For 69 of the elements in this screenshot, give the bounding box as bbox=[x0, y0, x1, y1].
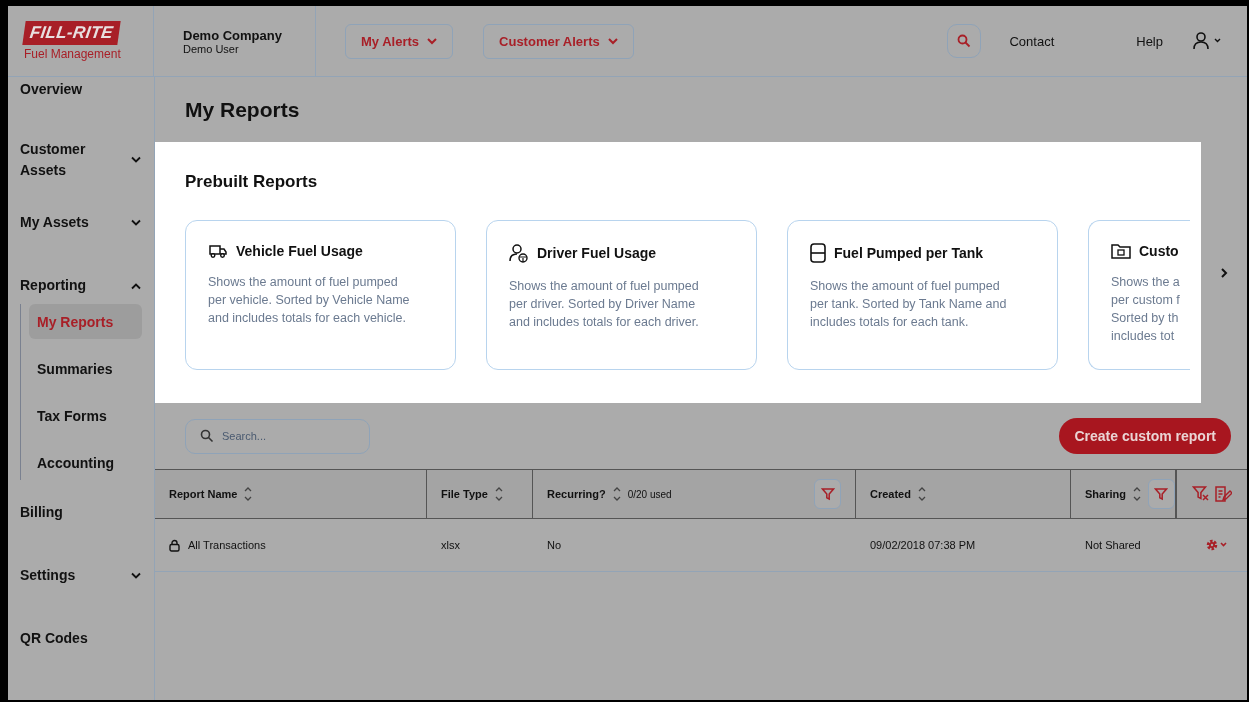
user-menu-button[interactable] bbox=[1193, 32, 1223, 50]
sidebar-item[interactable]: QR Codes bbox=[20, 610, 142, 673]
table-cell: 09/02/2018 07:38 PM bbox=[870, 539, 976, 551]
sort-icon[interactable] bbox=[611, 485, 622, 503]
card-description: Shows the amount of fuel pumped per tank. Sorted by Tank Name and includes totals for each tank. bbox=[810, 278, 1008, 331]
chevron-icon bbox=[130, 218, 142, 227]
edit-columns-icon[interactable] bbox=[1214, 485, 1232, 503]
filter-button[interactable] bbox=[814, 479, 841, 509]
sidebar-item[interactable]: Settings bbox=[20, 547, 142, 610]
chevron-icon bbox=[130, 281, 142, 290]
sidebar-item[interactable]: Billing bbox=[20, 484, 142, 547]
table-cell: xlsx bbox=[441, 539, 460, 551]
search-icon bbox=[957, 34, 972, 48]
column-header[interactable]: File Type bbox=[441, 488, 488, 500]
card-description: Shows the a per custom f Sorted by th includes tot bbox=[1111, 274, 1181, 345]
sort-icon[interactable] bbox=[916, 485, 927, 503]
gear-menu-icon[interactable] bbox=[1204, 538, 1229, 552]
table-cell: All Transactions bbox=[188, 539, 266, 551]
search-input[interactable]: Search... bbox=[220, 429, 364, 443]
create-report-button[interactable]: Create custom report bbox=[1059, 418, 1231, 454]
folder-icon bbox=[1111, 243, 1131, 259]
brand-logo[interactable]: FILL-RITE bbox=[22, 21, 121, 45]
card-title: Custo bbox=[1139, 243, 1179, 259]
report-card[interactable]: Custo Shows the a per custom f Sorted by th includes tot bbox=[1088, 220, 1190, 370]
clear-filter-icon[interactable] bbox=[1192, 485, 1210, 503]
column-header[interactable]: Created bbox=[870, 488, 911, 500]
card-title: Driver Fuel Usage bbox=[537, 245, 657, 261]
column-header[interactable]: Report Name bbox=[169, 488, 238, 500]
sidebar-subitem[interactable]: Tax Forms bbox=[29, 398, 142, 433]
report-card[interactable]: Vehicle Fuel Usage Shows the amount of fuel pumped per vehicle. Sorted by Vehicle Name and includes totals for each vehicle. bbox=[185, 220, 456, 370]
search-button[interactable] bbox=[947, 24, 982, 58]
sidebar-subitem[interactable]: Summaries bbox=[29, 351, 142, 386]
logo-subtitle: Fuel Management bbox=[24, 47, 122, 61]
header-link[interactable]: Help bbox=[1136, 33, 1163, 49]
sidebar-item[interactable]: My Assets bbox=[20, 194, 142, 257]
filter-icon bbox=[820, 487, 835, 501]
search-icon bbox=[200, 429, 214, 443]
page-title: My Reports bbox=[184, 96, 301, 123]
sidebar-subitem[interactable]: Accounting bbox=[29, 445, 142, 480]
table-cell: No bbox=[547, 539, 562, 551]
card-description: Shows the amount of fuel pumped per driver. Sorted by Driver Name and includes totals for each driver. bbox=[509, 278, 700, 331]
tank-icon bbox=[810, 243, 826, 263]
card-title: Vehicle Fuel Usage bbox=[236, 243, 363, 259]
caret-icon bbox=[607, 37, 618, 45]
usage-count: 0/20 used bbox=[627, 488, 672, 500]
sort-icon[interactable] bbox=[243, 485, 254, 503]
sidebar-item[interactable]: Overview bbox=[20, 77, 142, 131]
sort-icon[interactable] bbox=[1131, 485, 1142, 503]
table-cell: Not Shared bbox=[1085, 539, 1141, 551]
user-name: Demo User bbox=[183, 42, 239, 55]
sort-icon[interactable] bbox=[493, 485, 504, 503]
card-description: Shows the amount of fuel pumped per vehicle. Sorted by Vehicle Name and includes totals for each vehicle. bbox=[208, 274, 411, 327]
sidebar-item[interactable]: Customer Assets bbox=[20, 131, 142, 194]
driver-icon bbox=[509, 243, 529, 263]
caret-icon bbox=[427, 37, 438, 45]
column-header[interactable]: Recurring? bbox=[547, 488, 606, 500]
report-card[interactable]: Driver Fuel Usage Shows the amount of fuel pumped per driver. Sorted by Driver Name and includes totals for each driver. bbox=[486, 220, 757, 370]
truck-icon bbox=[208, 243, 228, 259]
chevron-icon bbox=[130, 155, 142, 164]
chevron-icon bbox=[130, 571, 142, 580]
company-name: Demo Company bbox=[183, 27, 283, 43]
section-title: Prebuilt Reports bbox=[185, 172, 319, 192]
report-card[interactable]: Fuel Pumped per Tank Shows the amount of fuel pumped per tank. Sorted by Tank Name and includes totals for each tank. bbox=[787, 220, 1058, 370]
column-header[interactable]: Sharing bbox=[1085, 488, 1126, 500]
search-field[interactable]: Search... bbox=[185, 418, 370, 454]
filter-button[interactable] bbox=[1147, 479, 1175, 509]
header-link[interactable]: Contact bbox=[1009, 33, 1055, 49]
card-title: Fuel Pumped per Tank bbox=[834, 245, 984, 261]
filter-icon bbox=[1154, 487, 1169, 501]
